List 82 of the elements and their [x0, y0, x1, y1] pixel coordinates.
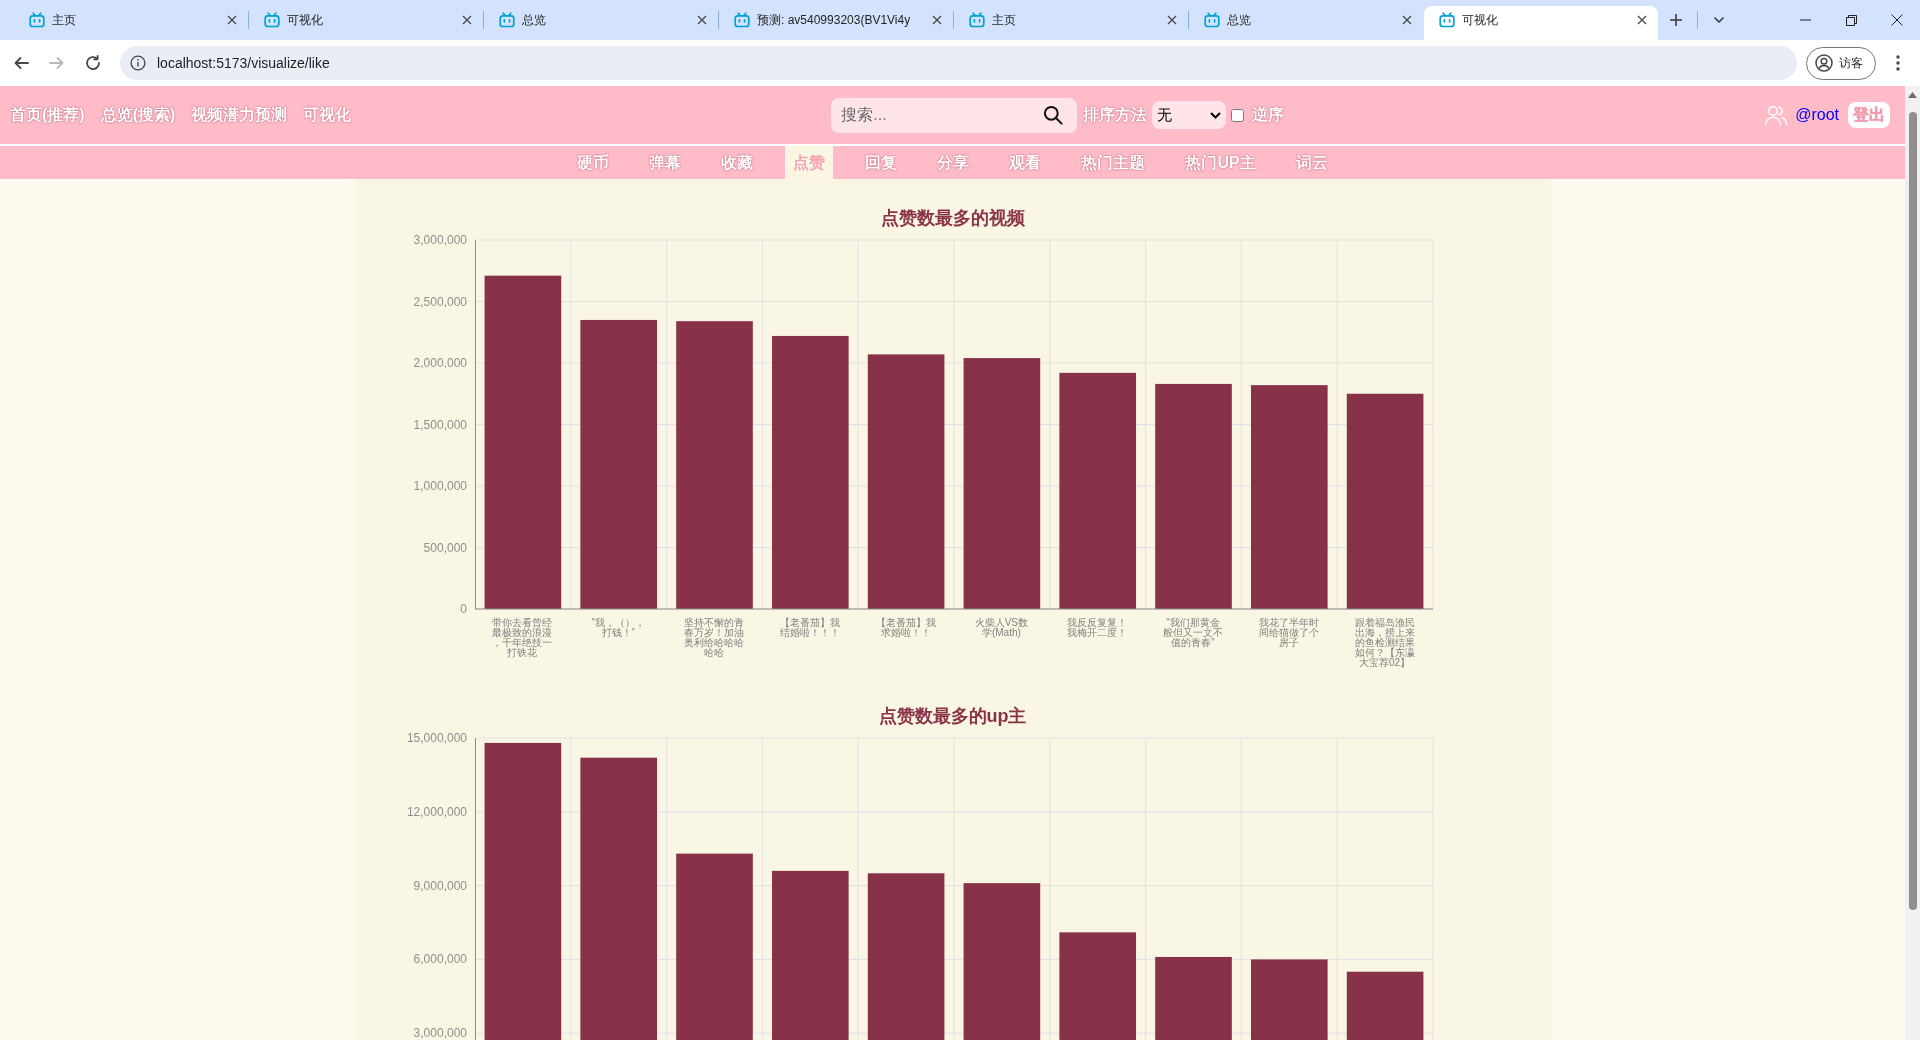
- reverse-checkbox[interactable]: [1231, 108, 1245, 122]
- close-icon[interactable]: [1637, 15, 1647, 25]
- y-tick-label: 1,000,000: [413, 479, 467, 493]
- info-icon[interactable]: [130, 55, 146, 71]
- browser-tab[interactable]: 预测: av540993203(BV1Vi4y: [719, 6, 953, 40]
- subnav-tab[interactable]: 收藏: [713, 146, 762, 179]
- browser-tab[interactable]: 主页: [14, 6, 248, 40]
- close-icon[interactable]: [227, 15, 237, 25]
- y-tick-label: 0: [459, 602, 467, 616]
- reload-icon[interactable]: [85, 55, 101, 71]
- tv-icon: [1204, 12, 1220, 28]
- subnav-tab[interactable]: 点赞: [785, 146, 834, 179]
- tv-icon: [29, 12, 45, 28]
- chart-title: 点赞数最多的视频: [879, 207, 1026, 229]
- subnav-tab[interactable]: 热门UP主: [1177, 146, 1264, 179]
- browser-tab[interactable]: 可视化: [249, 6, 483, 40]
- search-field[interactable]: 搜索...: [831, 97, 1078, 133]
- y-tick-label: 3,000,000: [413, 1026, 467, 1040]
- subnav-tab[interactable]: 回复: [857, 146, 906, 179]
- browser-tab[interactable]: 总览: [1189, 6, 1423, 40]
- username-link[interactable]: @root: [1795, 106, 1839, 124]
- y-tick-label: 2,000,000: [413, 356, 467, 370]
- more-icon[interactable]: [1896, 55, 1900, 71]
- x-axis-label: 跟着福岛渔民出海，捞上来的鱼检测结果如何？【东瀛大宝荐02】: [1354, 618, 1415, 668]
- close-icon[interactable]: [697, 15, 707, 25]
- subnav-tab[interactable]: 弹幕: [641, 146, 690, 179]
- close-icon[interactable]: [1167, 15, 1177, 25]
- x-axis-label: 我反反复复！我梅开二度！: [1067, 618, 1128, 640]
- sort-label: 排序方法: [1083, 104, 1148, 125]
- x-axis-label: 带你去看曾经最极致的浪漫，千年绝技一打铁花: [492, 618, 553, 660]
- close-icon[interactable]: [1402, 15, 1412, 25]
- subnav-tab[interactable]: 硬币: [569, 146, 618, 179]
- y-tick-label: 500,000: [423, 540, 467, 555]
- y-tick-label: 9,000,000: [413, 878, 467, 893]
- x-axis-label: 【老番茄】我结婚啦！！！: [779, 618, 840, 640]
- users-icon: [1764, 103, 1789, 127]
- tv-icon: [734, 12, 750, 28]
- x-axis-label: “我们那黄金般但又一文不值的青春”: [1162, 618, 1223, 650]
- address-bar[interactable]: localhost:5173/visualize/like: [120, 46, 1797, 80]
- y-tick-label: 1,500,000: [413, 417, 467, 432]
- user-circle-icon: [1815, 54, 1833, 72]
- browser-tab[interactable]: 可视化: [1424, 6, 1658, 40]
- subnav-tab[interactable]: 观看: [1001, 146, 1050, 179]
- search-icon[interactable]: [1043, 105, 1064, 125]
- browser-tab[interactable]: 总览: [484, 6, 718, 40]
- subnav-tab[interactable]: 分享: [929, 146, 978, 179]
- nav-link[interactable]: 首页(推荐): [10, 104, 85, 126]
- scroll-up-arrow-icon[interactable]: [1908, 92, 1917, 98]
- sort-dropdown[interactable]: 无: [1152, 101, 1227, 129]
- y-tick-label: 2,500,000: [413, 294, 467, 309]
- tv-icon: [969, 12, 985, 28]
- x-axis-label: 坚持不懈的青春万岁！加油奥利给哈哈哈哈哈: [684, 618, 744, 660]
- chevron-down-icon: [1210, 111, 1222, 119]
- subnav-tab[interactable]: 词云: [1287, 146, 1336, 179]
- scrollbar-thumb[interactable]: [1908, 112, 1917, 910]
- tv-icon: [264, 12, 280, 28]
- y-tick-label: 6,000,000: [413, 952, 467, 967]
- tv-icon: [499, 12, 515, 28]
- close-icon[interactable]: [1891, 14, 1903, 26]
- close-icon[interactable]: [932, 15, 942, 25]
- checkbox-label: 逆序: [1252, 104, 1285, 125]
- nav-link[interactable]: 总览(搜索): [100, 104, 176, 126]
- y-tick-label: 12,000,000: [406, 804, 467, 819]
- chevron-down-icon[interactable]: [1713, 16, 1725, 24]
- plus-icon[interactable]: [1669, 13, 1683, 27]
- y-tick-label: 15,000,000: [406, 731, 467, 745]
- y-tick-label: 3,000,000: [413, 233, 467, 247]
- back-arrow-icon[interactable]: [13, 55, 29, 71]
- minimize-icon[interactable]: [1799, 19, 1811, 21]
- chart-title: 点赞数最多的up主: [877, 705, 1028, 727]
- x-axis-label: “我，（），打钱！”: [590, 618, 646, 640]
- restore-icon[interactable]: [1845, 14, 1857, 26]
- tv-icon: [1439, 12, 1455, 28]
- x-axis-label: 火柴人VS数学(Math): [973, 618, 1030, 640]
- close-icon[interactable]: [462, 15, 472, 25]
- x-axis-label: 我花了半年时间给猫做了个房子: [1258, 618, 1319, 650]
- subnav-tab[interactable]: 热门主题: [1073, 146, 1154, 179]
- logout-button[interactable]: 登出: [1848, 102, 1890, 128]
- nav-link[interactable]: 视频潜力预测: [191, 104, 288, 126]
- browser-tab[interactable]: 主页: [954, 6, 1188, 40]
- nav-link[interactable]: 可视化: [303, 104, 352, 126]
- x-axis-label: 【老番茄】我求婚啦！！: [875, 618, 936, 640]
